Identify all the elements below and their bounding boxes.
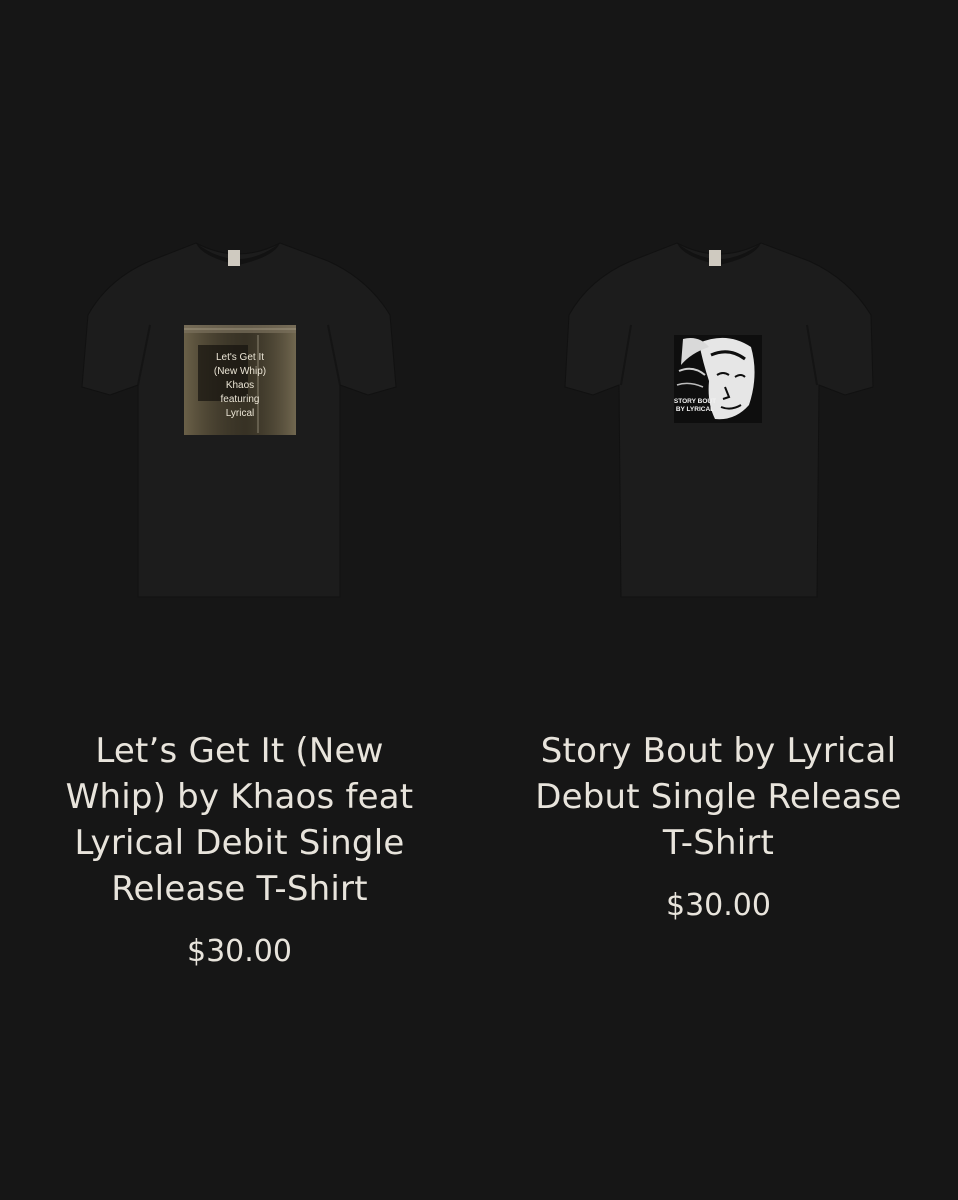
artwork-line-3: Khaos <box>226 380 254 391</box>
artwork-line-2: (New Whip) <box>214 366 266 377</box>
product-image-tshirt[interactable]: STORY BOUT BY LYRICAL <box>559 235 879 605</box>
product-title[interactable]: Let’s Get It (New Whip) by Khaos feat Ly… <box>0 728 479 912</box>
product-card[interactable]: Let's Get It (New Whip) Khaos featuring … <box>0 0 479 1200</box>
artwork-line-5: Lyrical <box>226 408 255 419</box>
product-title-line: Whip) by Khaos feat <box>65 777 414 817</box>
product-title-line: Debut Single Release <box>535 777 902 817</box>
product-title[interactable]: Story Bout by Lyrical Debut Single Relea… <box>479 728 958 866</box>
artwork-line-1: Let's Get It <box>216 352 264 363</box>
artwork-line-4: featuring <box>221 394 260 405</box>
product-price: $30.00 <box>666 888 771 923</box>
product-image-tshirt[interactable]: Let's Get It (New Whip) Khaos featuring … <box>78 235 398 605</box>
shirt-artwork: Let's Get It (New Whip) Khaos featuring … <box>184 325 296 435</box>
tshirt-tag <box>228 250 240 266</box>
product-title-line: Lyrical Debit Single <box>74 823 405 863</box>
artwork-line-1: STORY BOUT <box>674 398 716 405</box>
product-title-line: Let’s Get It (New <box>95 731 384 771</box>
shirt-artwork: STORY BOUT BY LYRICAL <box>674 335 762 423</box>
product-card[interactable]: STORY BOUT BY LYRICAL Story Bout by Lyri… <box>479 0 958 1200</box>
product-title-line: Story Bout by Lyrical <box>540 731 897 771</box>
artwork-line-2: BY LYRICAL <box>676 406 714 413</box>
product-price: $30.00 <box>187 934 292 969</box>
product-title-line: Release T-Shirt <box>111 869 368 909</box>
tshirt-tag <box>709 250 721 266</box>
product-title-line: T-Shirt <box>662 823 775 863</box>
